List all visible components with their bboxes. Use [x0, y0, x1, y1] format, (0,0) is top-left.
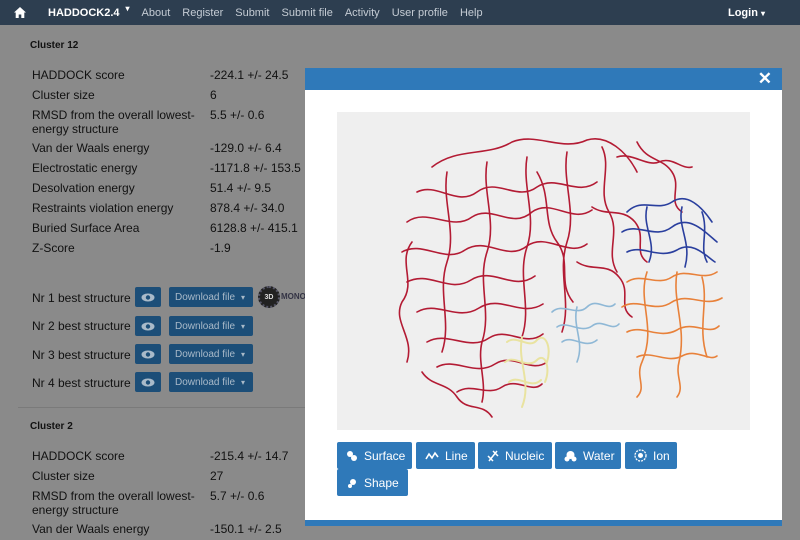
nucleic-button[interactable]: Nucleic [478, 442, 552, 469]
stat-value: 5.7 +/- 0.6 [210, 489, 265, 503]
download-file-button[interactable]: Download file ▾ [169, 344, 253, 364]
surface-icon [347, 450, 357, 461]
eye-icon [141, 322, 155, 330]
ion-button[interactable]: Ion [625, 442, 677, 469]
best-structure-label: Nr 3 best structure [32, 348, 131, 362]
3dmol-logo[interactable]: 3D [258, 286, 280, 308]
stat-label: HADDOCK score [32, 449, 125, 463]
download-file-button[interactable]: Download file ▾ [169, 316, 253, 336]
nav-link-submit-file[interactable]: Submit file [281, 7, 332, 19]
surface-label: Surface [364, 448, 406, 463]
caret-down-icon: ▾ [241, 292, 246, 302]
nav-link-about[interactable]: About [142, 7, 171, 19]
structure-viewer-modal: ✕ Surface Line Nucleic Water Ion Shape [305, 68, 782, 526]
eye-icon [141, 350, 155, 358]
view-structure-button[interactable] [135, 316, 161, 336]
line-button[interactable]: Line [416, 442, 475, 469]
stat-label: HADDOCK score [32, 68, 125, 82]
stat-value: 6 [210, 88, 217, 102]
molecule-viewer-canvas[interactable] [337, 112, 750, 430]
download-label: Download file [175, 291, 236, 303]
stat-value: 878.4 +/- 34.0 [210, 201, 285, 215]
nav-link-activity[interactable]: Activity [345, 7, 380, 19]
stat-value: -1.9 [210, 241, 231, 255]
stat-label: Van der Waals energy [32, 522, 150, 536]
line-label: Line [445, 448, 468, 463]
download-label: Download file [175, 376, 236, 388]
3dmol-logo-caption: MONO [281, 292, 306, 301]
caret-down-icon: ▾ [241, 349, 246, 359]
nucleic-label: Nucleic [505, 448, 545, 463]
stat-label: Cluster size [32, 469, 95, 483]
login-menu[interactable]: Login ▾ [728, 7, 765, 19]
close-icon[interactable]: ✕ [758, 70, 772, 88]
download-file-button[interactable]: Download file ▾ [169, 372, 253, 392]
stat-value: -1171.8 +/- 153.5 [210, 161, 301, 175]
molecule-rendering [398, 138, 723, 418]
caret-down-icon: ▾ [241, 377, 246, 387]
stat-value: -129.0 +/- 6.4 [210, 141, 282, 155]
ion-label: Ion [653, 448, 670, 463]
shape-button[interactable]: Shape [337, 469, 408, 496]
best-structure-label: Nr 4 best structure [32, 376, 131, 390]
caret-down-icon: ▾ [241, 321, 246, 331]
view-structure-button[interactable] [135, 372, 161, 392]
water-button[interactable]: Water [555, 442, 621, 469]
cluster-title: Cluster 2 [30, 421, 73, 432]
view-structure-button[interactable] [135, 287, 161, 307]
best-structure-label: Nr 1 best structure [32, 291, 131, 305]
nav-links: About Register Submit Submit file Activi… [142, 7, 495, 19]
brand-menu[interactable]: HADDOCK2.4 ▾ [48, 4, 130, 19]
nucleic-icon [487, 449, 499, 462]
modal-footer [305, 520, 782, 526]
navbar: HADDOCK2.4 ▾ About Register Submit Submi… [0, 0, 800, 25]
caret-down-icon: ▾ [760, 8, 765, 18]
stat-value: 51.4 +/- 9.5 [210, 181, 272, 195]
caret-down-icon: ▾ [125, 3, 130, 13]
line-icon [425, 451, 439, 459]
nav-link-user-profile[interactable]: User profile [392, 7, 448, 19]
view-structure-button[interactable] [135, 344, 161, 364]
modal-header: ✕ [305, 68, 782, 90]
brand-label: HADDOCK2.4 [48, 6, 120, 19]
ion-icon [634, 449, 647, 462]
stat-label-cont: energy structure [32, 503, 119, 517]
stat-label: Restraints violation energy [32, 201, 174, 215]
best-structure-label: Nr 2 best structure [32, 319, 131, 333]
shape-icon [348, 478, 356, 488]
stat-label: Buried Surface Area [32, 221, 140, 235]
home-icon[interactable] [0, 0, 40, 25]
nav-link-help[interactable]: Help [460, 7, 483, 19]
eye-icon [141, 378, 155, 386]
stat-label: Electrostatic energy [32, 161, 138, 175]
stat-value: 5.5 +/- 0.6 [210, 108, 265, 122]
stat-value: 27 [210, 469, 224, 483]
download-label: Download file [175, 348, 236, 360]
stat-value: -224.1 +/- 24.5 [210, 68, 289, 82]
stat-value: -215.4 +/- 14.7 [210, 449, 289, 463]
stat-value: -150.1 +/- 2.5 [210, 522, 282, 536]
stat-label: RMSD from the overall lowest- [32, 108, 195, 122]
cluster-title: Cluster 12 [30, 40, 79, 51]
water-label: Water [583, 448, 615, 463]
nav-link-register[interactable]: Register [182, 7, 223, 19]
stat-label: RMSD from the overall lowest- [32, 489, 195, 503]
surface-button[interactable]: Surface [337, 442, 412, 469]
water-icon [564, 450, 577, 461]
stat-label: Desolvation energy [32, 181, 135, 195]
download-label: Download file [175, 320, 236, 332]
login-label: Login [727, 6, 758, 19]
nav-link-submit[interactable]: Submit [235, 7, 269, 19]
stat-label: Cluster size [32, 88, 95, 102]
stat-label: Van der Waals energy [32, 141, 150, 155]
stat-value: 6128.8 +/- 415.1 [210, 221, 298, 235]
stat-label-cont: energy structure [32, 122, 119, 136]
download-file-button[interactable]: Download file ▾ [169, 287, 253, 307]
shape-label: Shape [364, 475, 399, 490]
eye-icon [141, 293, 155, 301]
stat-label: Z-Score [32, 241, 75, 255]
